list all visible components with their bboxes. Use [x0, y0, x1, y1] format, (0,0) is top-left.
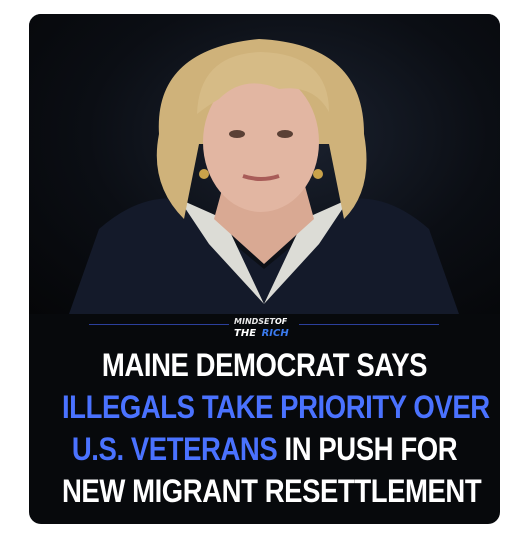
brand-word-of: OF	[274, 317, 288, 326]
mindset-of-the-rich-logo: MINDSETOF THE RICH	[234, 314, 296, 339]
brand-word-the: THE	[234, 328, 257, 339]
headline-line-2: ILLEGALS TAKE PRIORITY OVER	[61, 389, 490, 425]
divider-left	[89, 324, 229, 325]
woman-portrait-illustration	[69, 39, 459, 314]
headline-line-3: U.S. VETERANS IN PUSH FOR	[62, 428, 467, 470]
brand-logo: MINDSETOF THE RICH	[29, 314, 500, 339]
brand-word-rich: RICH	[261, 328, 289, 339]
headline-highlight: U.S. VETERANS	[71, 431, 278, 467]
post-image: MINDSETOF THE RICH MAINE DEMOCRAT SAYS I…	[29, 14, 500, 524]
headline-line-4: NEW MIGRANT RESETTLEMENT	[61, 473, 482, 509]
headline: MAINE DEMOCRAT SAYS ILLEGALS TAKE PRIORI…	[61, 344, 490, 512]
headline-line-3-rest: IN PUSH FOR	[277, 431, 458, 467]
divider-right	[299, 324, 439, 325]
brand-word-mindset: MINDSET	[234, 317, 275, 326]
headline-line-1: MAINE DEMOCRAT SAYS	[101, 347, 428, 383]
portrait-photo	[29, 14, 500, 314]
